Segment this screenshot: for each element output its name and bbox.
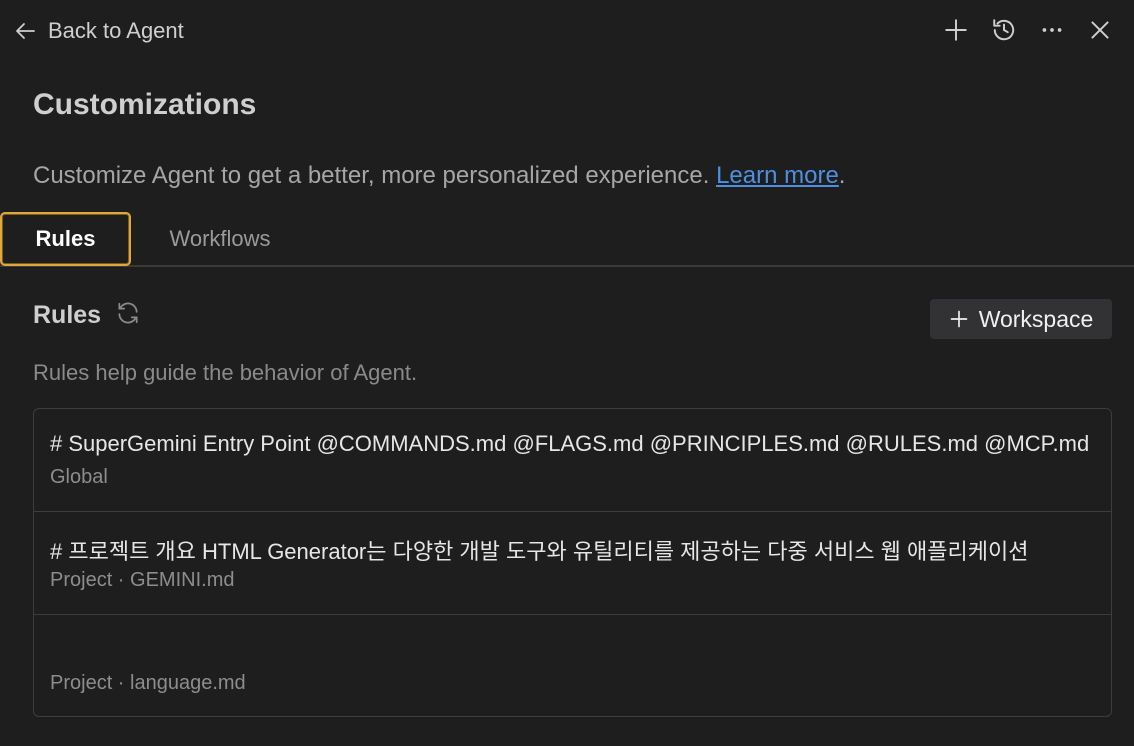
plus-icon	[950, 310, 968, 328]
rules-description: Rules help guide the behavior of Agent.	[33, 360, 418, 385]
new-button[interactable]	[940, 12, 972, 48]
rules-header: Rules	[33, 300, 141, 331]
rule-scope: Project · GEMINI.md	[50, 569, 235, 591]
history-button[interactable]	[988, 12, 1020, 48]
rule-item-gemini-md[interactable]: # 프로젝트 개요 HTML Generator는 다양한 개발 도구와 유틸리…	[34, 512, 1111, 615]
rule-title: # 프로젝트 개요 HTML Generator는 다양한 개발 도구와 유틸리…	[50, 539, 1029, 564]
refresh-button[interactable]	[115, 300, 141, 331]
close-icon	[1091, 21, 1109, 39]
tab-rules[interactable]: Rules	[0, 212, 131, 266]
back-label: Back to Agent	[48, 18, 184, 43]
more-icon	[1042, 28, 1062, 32]
back-to-agent-button[interactable]: Back to Agent	[14, 14, 184, 48]
tab-bar: Rules Workflows	[0, 210, 1134, 267]
page-description: Customize Agent to get a better, more pe…	[33, 162, 845, 190]
arrow-left-icon	[16, 23, 35, 39]
rule-scope: Global	[50, 466, 108, 488]
learn-more-link[interactable]: Learn more	[716, 162, 839, 189]
more-button[interactable]	[1036, 12, 1068, 48]
description-text: Customize Agent to get a better, more pe…	[33, 162, 717, 189]
rules-section-title: Rules	[33, 301, 102, 329]
rule-scope: Project · language.md	[50, 672, 246, 694]
rule-item-global[interactable]: # SuperGemini Entry Point @COMMANDS.md @…	[34, 409, 1111, 512]
rules-list: # SuperGemini Entry Point @COMMANDS.md @…	[33, 408, 1112, 717]
rule-title: # SuperGemini Entry Point @COMMANDS.md @…	[50, 431, 1090, 456]
top-bar: Back to Agent	[0, 0, 1134, 62]
add-workspace-label: Workspace	[978, 305, 1094, 332]
close-button[interactable]	[1084, 12, 1116, 48]
tab-workflows[interactable]: Workflows	[142, 212, 298, 266]
plus-icon	[945, 19, 967, 41]
rule-item-language-md[interactable]: Project · language.md	[34, 615, 1111, 716]
history-icon	[993, 19, 1015, 41]
refresh-icon	[118, 302, 138, 324]
top-actions	[940, 12, 1116, 48]
page-title: Customizations	[33, 88, 257, 121]
add-workspace-rule-button[interactable]: Workspace	[930, 299, 1112, 339]
description-period: .	[838, 162, 846, 189]
